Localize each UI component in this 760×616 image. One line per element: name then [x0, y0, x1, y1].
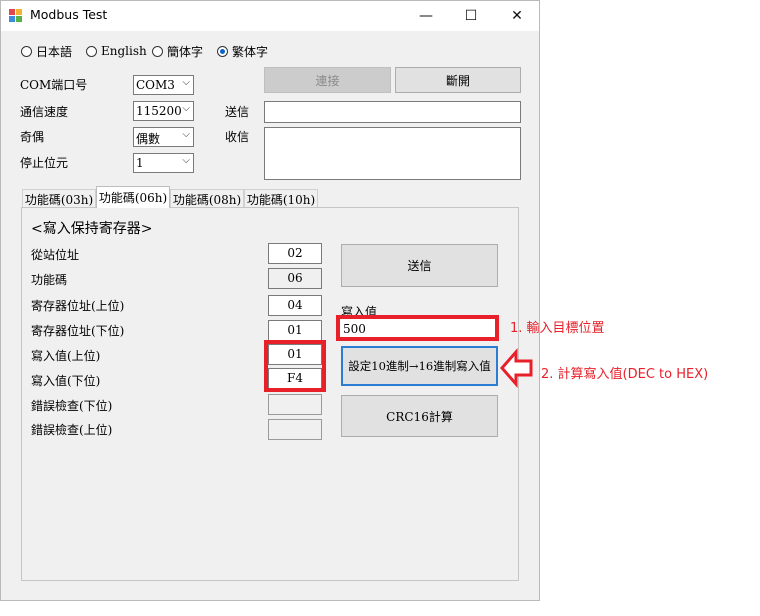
receive-textbox[interactable] — [264, 127, 521, 180]
radio-japanese[interactable]: 日本語 — [21, 42, 72, 60]
stop-bits-label: 停止位元 — [20, 156, 69, 170]
parity-label: 奇偶 — [20, 130, 45, 144]
crc16-button[interactable]: CRC16計算 — [341, 395, 498, 437]
highlight-write-value-input — [336, 315, 499, 341]
panel-heading: <寫入保持寄存器> — [31, 221, 153, 237]
error-check-high-field[interactable] — [268, 419, 322, 440]
parity-select[interactable]: 偶數 ⌵ — [133, 127, 194, 147]
radio-simplified[interactable]: 簡体字 — [152, 42, 203, 60]
highlight-write-value-fields — [264, 340, 326, 392]
error-check-high-label: 錯誤檢查(上位) — [31, 423, 113, 437]
baud-rate-label: 通信速度 — [20, 105, 69, 119]
register-address-low-field[interactable]: 01 — [268, 320, 322, 341]
slave-address-label: 從站位址 — [31, 248, 80, 262]
radio-traditional[interactable]: 繁体字 — [217, 42, 268, 60]
com-port-label: COM端口号 — [20, 78, 88, 92]
receive-label: 收信 — [225, 130, 250, 144]
stop-bits-select[interactable]: 1 ⌵ — [133, 153, 194, 173]
radio-circle-icon[interactable] — [21, 45, 32, 57]
close-button[interactable]: ✕ — [494, 1, 540, 31]
register-address-high-label: 寄存器位址(上位) — [31, 299, 125, 313]
radio-circle-icon[interactable] — [152, 45, 163, 57]
chevron-down-icon: ⌵ — [182, 77, 190, 88]
send-frame-button[interactable]: 送信 — [341, 244, 498, 287]
convert-dec-hex-button[interactable]: 設定10進制→16進制寫入值 — [341, 346, 498, 386]
baud-rate-select[interactable]: 115200 ⌵ — [133, 101, 194, 121]
function-code-label: 功能碼 — [31, 273, 68, 287]
app-icon — [9, 9, 23, 23]
register-address-high-field[interactable]: 04 — [268, 295, 322, 316]
chevron-down-icon: ⌵ — [182, 155, 190, 166]
arrow-left-icon — [500, 348, 533, 388]
tab-function-03h[interactable]: 功能碼(03h) — [22, 189, 96, 208]
chevron-down-icon: ⌵ — [182, 103, 190, 114]
annotation-step2: 2. 計算寫入值(DEC to HEX) — [541, 367, 709, 382]
send-label: 送信 — [225, 105, 250, 119]
com-port-select[interactable]: COM3 ⌵ — [133, 75, 194, 95]
tab-function-08h[interactable]: 功能碼(08h) — [170, 189, 244, 208]
radio-english[interactable]: English — [86, 42, 147, 60]
register-address-low-label: 寄存器位址(下位) — [31, 324, 125, 338]
connect-button[interactable]: 連接 — [264, 67, 391, 93]
error-check-low-field[interactable] — [268, 394, 322, 415]
minimize-button[interactable]: — — [403, 1, 449, 31]
radio-circle-icon[interactable] — [86, 45, 97, 57]
annotation-step1: 1. 輸入目標位置 — [510, 321, 605, 336]
maximize-button[interactable]: ☐ — [448, 1, 494, 31]
window-title: Modbus Test — [30, 7, 108, 22]
radio-selected-icon[interactable] — [217, 45, 228, 57]
tab-function-06h[interactable]: 功能碼(06h) — [96, 186, 170, 208]
tab-function-10h[interactable]: 功能碼(10h) — [244, 189, 318, 208]
error-check-low-label: 錯誤檢查(下位) — [31, 399, 113, 413]
chevron-down-icon: ⌵ — [182, 129, 190, 140]
function-code-field[interactable]: 06 — [268, 268, 322, 289]
send-textbox[interactable] — [264, 101, 521, 123]
disconnect-button[interactable]: 斷開 — [395, 67, 521, 93]
write-value-high-label: 寫入值(上位) — [31, 349, 101, 363]
slave-address-field[interactable]: 02 — [268, 243, 322, 264]
write-value-low-label: 寫入值(下位) — [31, 374, 101, 388]
